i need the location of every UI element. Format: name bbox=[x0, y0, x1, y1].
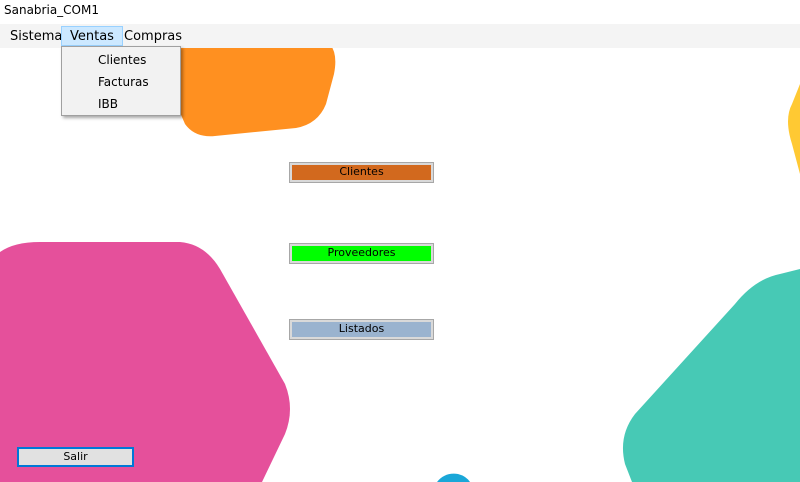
clientes-button[interactable]: Clientes bbox=[289, 162, 434, 183]
ventas-dropdown-menu: Clientes Facturas IBB bbox=[61, 46, 181, 116]
menu-sistema[interactable]: Sistema bbox=[3, 26, 69, 46]
window-title: Sanabria_COM1 bbox=[4, 3, 99, 17]
teal-shape bbox=[622, 269, 800, 482]
pink-shape bbox=[0, 242, 290, 482]
proveedores-button[interactable]: Proveedores bbox=[289, 243, 434, 264]
title-bar: Sanabria_COM1 bbox=[0, 0, 800, 24]
orange-shape bbox=[168, 44, 336, 137]
listados-button[interactable]: Listados bbox=[289, 319, 434, 340]
salir-button[interactable]: Salir bbox=[17, 447, 134, 467]
listados-button-label: Listados bbox=[338, 322, 385, 335]
menu-bar: Sistema Ventas Compras bbox=[0, 24, 800, 48]
menu-ventas[interactable]: Ventas bbox=[61, 26, 123, 46]
menu-item-facturas[interactable]: Facturas bbox=[64, 71, 178, 93]
proveedores-button-label: Proveedores bbox=[327, 246, 396, 259]
blue-shape bbox=[437, 473, 470, 482]
menu-item-clientes[interactable]: Clientes bbox=[64, 49, 178, 71]
menu-item-ibb[interactable]: IBB bbox=[64, 93, 178, 115]
salir-button-label: Salir bbox=[63, 450, 88, 463]
menu-compras[interactable]: Compras bbox=[117, 26, 189, 46]
yellow-shape bbox=[788, 84, 800, 174]
clientes-button-label: Clientes bbox=[339, 165, 384, 178]
